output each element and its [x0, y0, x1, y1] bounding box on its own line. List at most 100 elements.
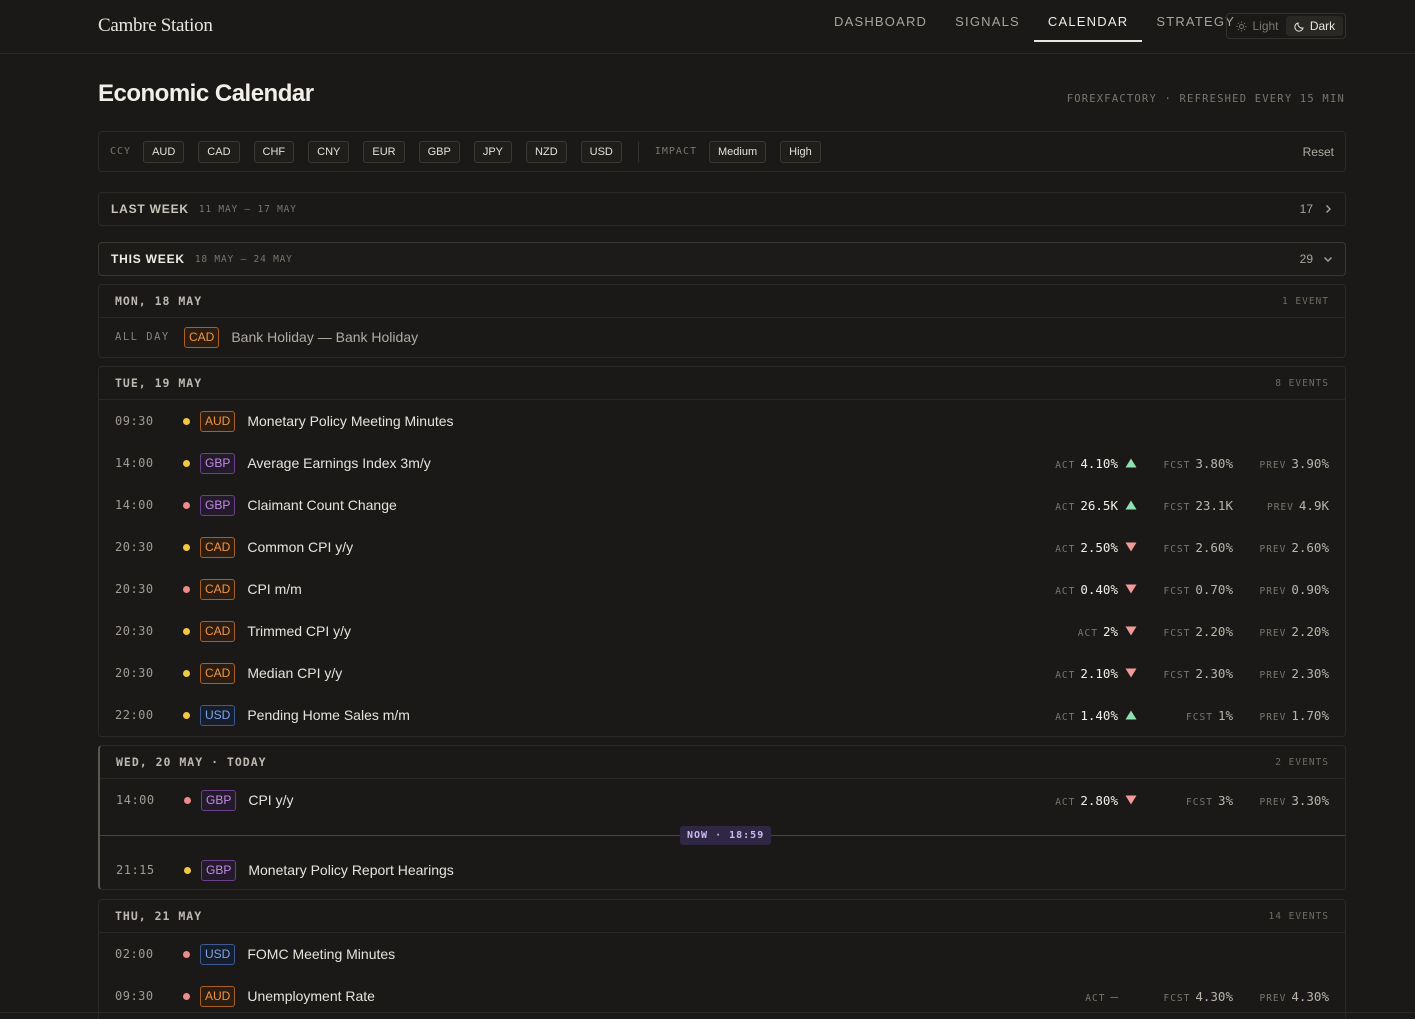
forecast-label: FCST: [1163, 543, 1191, 555]
forecast-number: 2.30%: [1195, 665, 1233, 681]
theme-dark-label: Dark: [1309, 19, 1336, 33]
day-event-count: 1 EVENT: [1281, 295, 1329, 307]
currency-badge: CAD: [184, 326, 220, 348]
actual-number: 2%: [1102, 623, 1118, 639]
filter-bar: CCY AUD CAD CHF CNY EUR GBP JPY NZD USD …: [98, 131, 1346, 172]
previous-value: PREV 2.20%: [1233, 624, 1329, 639]
actual-number: 4.10%: [1080, 455, 1118, 471]
currency-badge: CAD: [200, 620, 236, 642]
sun-icon: [1236, 20, 1248, 32]
currency-chip-chf[interactable]: CHF: [253, 140, 295, 163]
scroll-boundary-divider: [0, 1012, 1415, 1013]
currency-chip-jpy[interactable]: JPY: [473, 140, 513, 163]
currency-badge: GBP: [200, 452, 236, 474]
currency-chip-eur[interactable]: EUR: [363, 140, 405, 163]
week-event-count: 29: [1299, 252, 1313, 266]
actual-label: ACT: [1055, 796, 1076, 808]
day-name: MON, 18 MAY: [115, 294, 203, 308]
event-row[interactable]: 14:00 GBP Average Earnings Index 3m/y AC…: [99, 442, 1345, 484]
event-row[interactable]: 20:30 CAD Trimmed CPI y/y ACT 2% FCST 2.20…: [99, 610, 1345, 652]
forecast-number: 1%: [1217, 707, 1233, 723]
previous-number: 3.90%: [1291, 455, 1329, 471]
week-name: THIS WEEK: [111, 252, 185, 266]
impact-chip-medium[interactable]: Medium: [709, 140, 767, 163]
event-row[interactable]: 21:15 GBP Monetary Policy Report Hearing…: [100, 849, 1345, 889]
brand-logo[interactable]: Cambre Station: [98, 15, 213, 37]
event-time: 14:00: [116, 793, 155, 807]
event-time: 21:15: [116, 863, 155, 877]
week-row-last[interactable]: LAST WEEK 11 MAY – 17 MAY 17: [98, 192, 1346, 226]
currency-chip-cny[interactable]: CNY: [308, 140, 350, 163]
impact-filter-label: IMPACT: [654, 146, 697, 157]
currency-chip-cad[interactable]: CAD: [198, 140, 240, 163]
event-metrics: ACT 0.40% FCST 0.70% PREV 0.90%: [1038, 568, 1329, 610]
theme-dark-button[interactable]: Dark: [1286, 16, 1343, 36]
currency-chip-gbp[interactable]: GBP: [418, 140, 460, 163]
event-title: Monetary Policy Meeting Minutes: [247, 413, 454, 429]
forecast-number: 3%: [1217, 792, 1233, 808]
event-row[interactable]: 14:00 GBP Claimant Count Change ACT 26.5K…: [99, 484, 1345, 526]
forecast-number: 23.1K: [1195, 497, 1233, 513]
event-title: Monetary Policy Report Hearings: [248, 862, 454, 878]
actual-label: ACT: [1055, 543, 1076, 555]
trend-down-icon: [1118, 584, 1137, 594]
actual-label: ACT: [1055, 501, 1076, 513]
event-row[interactable]: 14:00 GBP CPI y/y ACT 2.80% FCST 3% PREV 3.…: [100, 779, 1345, 821]
week-row-this[interactable]: THIS WEEK 18 MAY – 24 MAY 29: [98, 242, 1346, 276]
previous-number: 2.30%: [1291, 665, 1329, 681]
event-metrics: ACT 2.80% FCST 3% PREV 3.30%: [1038, 779, 1329, 821]
event-row[interactable]: 22:00 USD Pending Home Sales m/m ACT 1.40…: [99, 694, 1345, 736]
currency-badge: USD: [200, 943, 236, 965]
week-range: 18 MAY – 24 MAY: [194, 253, 293, 265]
event-row[interactable]: 09:30 AUD Unemployment Rate ACT — FCST 4.3…: [99, 975, 1345, 1017]
previous-number: 4.9K: [1298, 497, 1329, 513]
actual-number: 2.10%: [1080, 665, 1118, 681]
day-event-count: 8 EVENTS: [1275, 377, 1329, 389]
theme-light-label: Light: [1252, 19, 1279, 33]
previous-value: PREV 1.70%: [1233, 708, 1329, 723]
event-row[interactable]: ALL DAY CAD Bank Holiday — Bank Holiday: [99, 318, 1345, 356]
event-row[interactable]: 20:30 CAD CPI m/m ACT 0.40% FCST 0.70% PRE…: [99, 568, 1345, 610]
impact-medium-dot: [183, 627, 190, 635]
forecast-value: FCST 1%: [1137, 708, 1233, 723]
impact-high-dot: [183, 992, 190, 1000]
event-row[interactable]: 09:30 AUD Monetary Policy Meeting Minute…: [99, 400, 1345, 442]
currency-chip-aud[interactable]: AUD: [143, 140, 185, 163]
trend-up-icon: [1118, 500, 1137, 510]
forecast-label: FCST: [1163, 459, 1191, 471]
currency-badge: USD: [200, 704, 236, 726]
day-name: THU, 21 MAY: [115, 909, 203, 923]
actual-label: ACT: [1055, 585, 1076, 597]
actual-value: ACT 26.5K: [1038, 498, 1118, 513]
previous-label: PREV: [1259, 627, 1287, 639]
impact-chip-high[interactable]: High: [780, 140, 821, 163]
event-title: Average Earnings Index 3m/y: [247, 455, 431, 471]
day-header: THU, 21 MAY 14 EVENTS: [99, 900, 1345, 933]
currency-badge: GBP: [200, 494, 236, 516]
impact-medium-dot: [184, 866, 191, 874]
nav-dashboard[interactable]: DASHBOARD: [820, 0, 941, 42]
event-row[interactable]: 02:00 USD FOMC Meeting Minutes: [99, 933, 1345, 975]
event-title: FOMC Meeting Minutes: [247, 946, 396, 962]
event-row[interactable]: 20:30 CAD Common CPI y/y ACT 2.50% FCST 2.…: [99, 526, 1345, 568]
currency-chip-nzd[interactable]: NZD: [526, 140, 567, 163]
forecast-value: FCST 3.80%: [1137, 456, 1233, 471]
forecast-label: FCST: [1163, 501, 1191, 513]
trend-down-icon: [1118, 626, 1137, 636]
forecast-number: 2.20%: [1195, 623, 1233, 639]
previous-label: PREV: [1259, 711, 1287, 723]
event-time: 09:30: [115, 414, 154, 428]
nav-signals[interactable]: SIGNALS: [941, 0, 1034, 42]
currency-chip-usd[interactable]: USD: [580, 140, 622, 163]
nav-calendar[interactable]: CALENDAR: [1033, 0, 1143, 42]
previous-number: 3.30%: [1291, 792, 1329, 808]
previous-value: PREV 4.30%: [1233, 989, 1329, 1004]
previous-value: PREV 4.9K: [1233, 498, 1329, 513]
forecast-label: FCST: [1163, 585, 1191, 597]
event-metrics: ACT 2% FCST 2.20% PREV 2.20%: [1038, 610, 1329, 652]
impact-high-dot: [183, 501, 190, 509]
theme-light-button[interactable]: Light: [1229, 16, 1286, 36]
reset-filters-button[interactable]: Reset: [1303, 145, 1334, 159]
forecast-number: 0.70%: [1195, 581, 1233, 597]
event-row[interactable]: 20:30 CAD Median CPI y/y ACT 2.10% FCST 2.…: [99, 652, 1345, 694]
